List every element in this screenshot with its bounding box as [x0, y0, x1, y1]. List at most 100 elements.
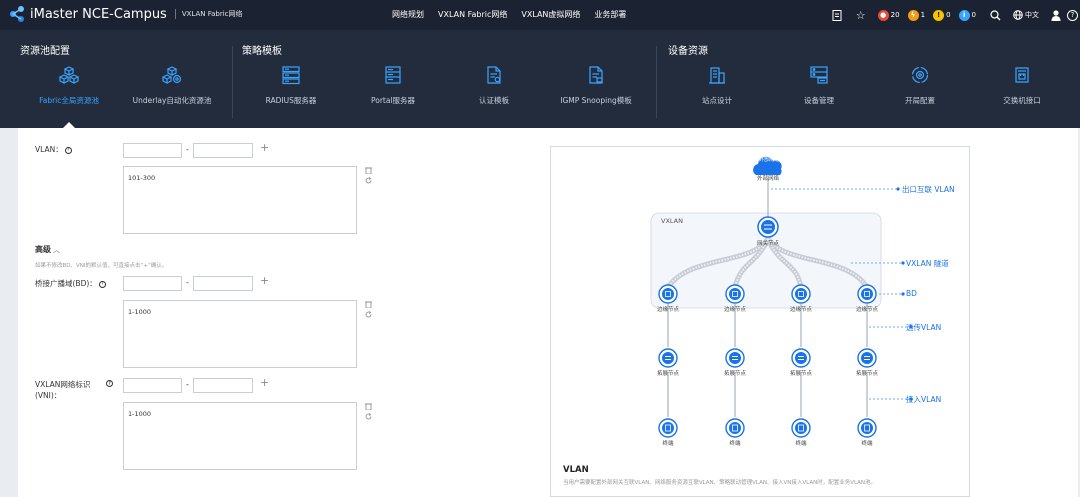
globe-icon — [1013, 10, 1023, 20]
brand[interactable]: iMaster NCE-Campus VXLAN Fabric网络 — [8, 5, 243, 23]
gateway-node-icon — [757, 216, 779, 238]
terminal-icon — [658, 418, 678, 438]
extend-node-label: 拓展节点 — [723, 371, 746, 377]
menu-radius-server[interactable]: RADIUS服务器 — [236, 65, 346, 106]
bd-add-button[interactable]: + — [260, 274, 269, 287]
refresh-icon[interactable] — [365, 311, 372, 318]
vlan-diagram-panel: 外部网络 外部网络 VXLAN 网关节点 边缘节点 边缘节点 边缘节点 边缘节点… — [550, 146, 970, 497]
menu-label: 交换机接口 — [1003, 96, 1041, 105]
vlan-range-textarea[interactable]: 101-300 — [123, 166, 357, 234]
delete-icon[interactable] — [365, 403, 372, 410]
server-rack-icon — [385, 66, 401, 84]
anno-access-vlan: 接入VLAN — [906, 395, 942, 404]
vlan-start-input[interactable] — [123, 143, 182, 158]
range-dash: - — [186, 380, 189, 389]
help-icon[interactable]: ? — [64, 146, 72, 154]
menu-portal-server[interactable]: Portal服务器 — [338, 65, 448, 106]
language-switch[interactable]: 中文 — [1013, 10, 1039, 20]
legend-title: VLAN — [563, 465, 589, 475]
nav-vxlan-virtual[interactable]: VXLAN虚拟网络 — [521, 9, 580, 20]
user-icon[interactable] — [1051, 9, 1061, 21]
menu-site-design[interactable]: 站点设计 — [662, 65, 772, 106]
bd-end-input[interactable] — [193, 276, 253, 291]
switch-port-icon — [1015, 67, 1029, 83]
nav-network-planning[interactable]: 网络规划 — [392, 9, 424, 20]
edge-node-label: 边缘节点 — [656, 307, 679, 313]
search-icon[interactable] — [990, 9, 1001, 21]
extend-node-icon — [658, 348, 678, 368]
gear-cycle-icon — [911, 66, 929, 84]
terminal-icon — [857, 418, 877, 438]
menu-igmp-template[interactable]: IGMP Snooping模板 — [541, 65, 651, 106]
edge-node-label: 边缘节点 — [789, 307, 812, 313]
menu-label: RADIUS服务器 — [265, 96, 317, 105]
cubes-gear-icon — [162, 66, 182, 84]
menu-auth-template[interactable]: 认证模板 — [439, 65, 549, 106]
vxlan-box-label: VXLAN — [661, 217, 683, 225]
bd-range-textarea[interactable]: 1-1000 — [123, 300, 357, 368]
alert-critical[interactable]: ● 20 — [877, 9, 900, 21]
menu-label: 认证模板 — [479, 96, 509, 105]
vni-start-input[interactable] — [123, 378, 182, 393]
terminal-label: 终端 — [861, 441, 873, 447]
menu-device-manage[interactable]: 设备管理 — [764, 65, 874, 106]
divider — [656, 46, 657, 118]
device-manage-icon — [810, 66, 828, 84]
extend-node-label: 拓展节点 — [656, 371, 679, 377]
terminal-icon — [725, 418, 745, 438]
bolt-icon: ϟ — [907, 9, 919, 21]
advanced-toggle[interactable]: 高级 ︿ — [35, 244, 60, 255]
anno-transparent-vlan: 透传VLAN — [906, 323, 942, 332]
menu-switch-port[interactable]: 交换机接口 — [967, 65, 1077, 106]
document-auth-icon — [487, 66, 501, 84]
edge-node-label: 边缘节点 — [723, 307, 746, 313]
cubes-icon — [59, 66, 79, 84]
alert-info[interactable]: i0 — [958, 9, 976, 21]
anno-bd: BD — [906, 289, 917, 298]
range-dash: - — [186, 278, 189, 287]
vni-label: VXLAN网络标识 (VNI)： — [35, 380, 91, 400]
menu-underlay-pool[interactable]: Underlay自动化资源池 — [117, 65, 227, 106]
chevron-up-icon: ︿ — [53, 246, 60, 254]
vni-end-input[interactable] — [193, 378, 253, 393]
alert-minor[interactable]: ! 0 — [933, 9, 951, 21]
bd-start-input[interactable] — [123, 276, 182, 291]
edge-node-icon — [857, 284, 877, 304]
refresh-icon[interactable] — [365, 177, 372, 184]
menu-label: 站点设计 — [702, 96, 732, 105]
terminal-label: 终端 — [662, 441, 674, 447]
terminal-icon — [791, 418, 811, 438]
divider — [232, 46, 233, 118]
section-device-resource: 设备资源 — [668, 46, 708, 57]
gateway-node-label: 网关节点 — [756, 241, 779, 247]
vni-range-textarea[interactable]: 1-1000 — [123, 402, 357, 470]
brand-name: iMaster NCE-Campus — [30, 6, 167, 22]
vni-add-button[interactable]: + — [260, 376, 269, 389]
section-policy-template: 策略模板 — [242, 46, 282, 57]
building-icon — [709, 67, 725, 84]
menu-fabric-global-pool[interactable]: Fabric全局资源池 — [14, 65, 124, 106]
external-network-label: 外部网络 — [756, 176, 779, 182]
menu-deploy-config[interactable]: 开局配置 — [865, 65, 975, 106]
help-icon[interactable]: ? — [1067, 9, 1078, 21]
delete-icon[interactable] — [365, 301, 372, 308]
anno-egress-vlan: 出口互联 VLAN — [902, 185, 955, 194]
vlan-end-input[interactable] — [193, 143, 253, 158]
menu-label: IGMP Snooping模板 — [560, 96, 632, 105]
help-icon[interactable]: ? — [98, 280, 106, 288]
vlan-add-button[interactable]: + — [260, 141, 269, 154]
extend-node-icon — [791, 348, 811, 368]
menu-label: 开局配置 — [905, 96, 935, 105]
document-icon[interactable] — [832, 9, 842, 21]
delete-icon[interactable] — [365, 167, 372, 174]
section-resource-pool: 资源池配置 — [20, 46, 70, 57]
top-bar: iMaster NCE-Campus VXLAN Fabric网络 网络规划 V… — [0, 0, 1080, 30]
legend-description: 当用户需要配置外部网关互联VLAN、网络服务资源互联VLAN、策略联动管理VLA… — [563, 480, 877, 486]
star-icon[interactable]: ☆ — [856, 9, 866, 22]
nav-vxlan-fabric[interactable]: VXLAN Fabric网络 — [438, 9, 507, 20]
help-icon[interactable]: ? — [106, 380, 113, 387]
nav-service-deploy[interactable]: 业务部署 — [594, 9, 626, 20]
refresh-icon[interactable] — [365, 413, 372, 420]
alert-major[interactable]: ϟ1 — [907, 9, 925, 21]
advanced-hint: 如果不修改BD、VNI的默认值，可直接点击“+”确认。 — [35, 263, 168, 269]
